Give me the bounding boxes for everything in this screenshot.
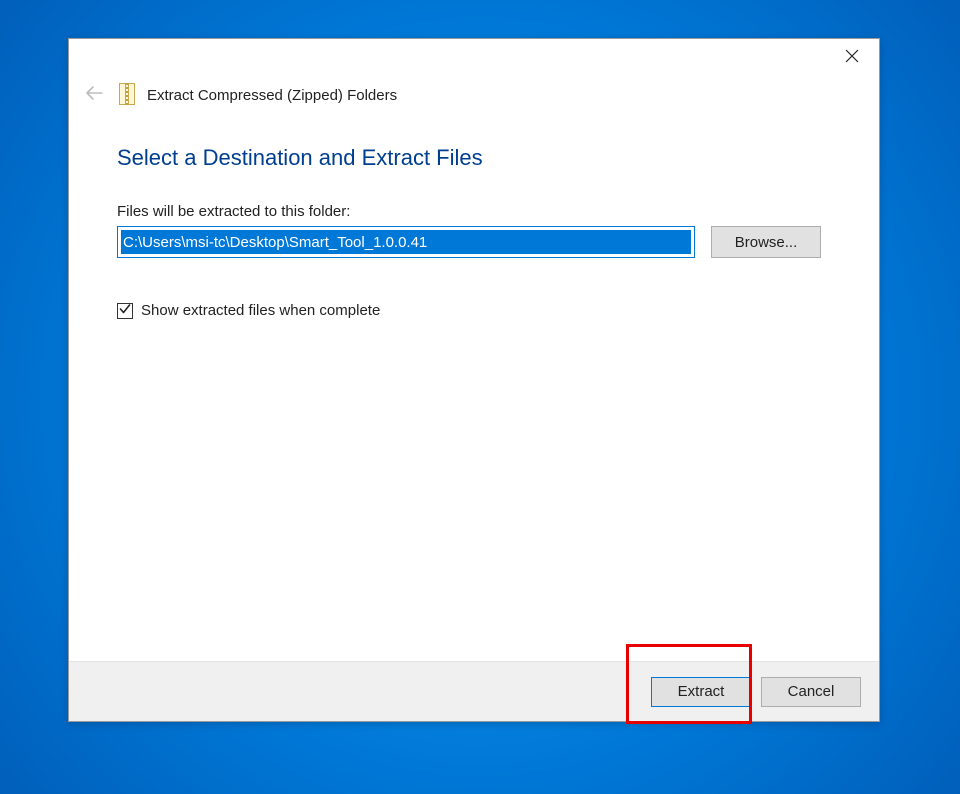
destination-label: Files will be extracted to this folder:: [117, 203, 831, 220]
wizard-content: Select a Destination and Extract Files F…: [69, 111, 879, 661]
back-button[interactable]: [81, 82, 107, 108]
zip-folder-icon: [117, 83, 137, 107]
show-files-checkbox-row[interactable]: Show extracted files when complete: [117, 302, 831, 319]
wizard-footer: Extract Cancel: [69, 661, 879, 721]
page-heading: Select a Destination and Extract Files: [117, 145, 831, 171]
arrow-left-icon: [85, 86, 103, 104]
show-files-checkbox[interactable]: [117, 303, 133, 319]
wizard-title: Extract Compressed (Zipped) Folders: [147, 87, 397, 104]
destination-input-wrap: [117, 226, 695, 258]
extract-button[interactable]: Extract: [651, 677, 751, 707]
show-files-checkbox-label: Show extracted files when complete: [141, 302, 380, 319]
titlebar: [69, 39, 879, 79]
wizard-header: Extract Compressed (Zipped) Folders: [69, 79, 879, 111]
desktop-background: Extract Compressed (Zipped) Folders Sele…: [0, 0, 960, 794]
browse-button[interactable]: Browse...: [711, 226, 821, 258]
cancel-button[interactable]: Cancel: [761, 677, 861, 707]
extract-wizard-window: Extract Compressed (Zipped) Folders Sele…: [68, 38, 880, 722]
destination-input[interactable]: [121, 230, 691, 254]
destination-row: Browse...: [117, 226, 831, 258]
close-button[interactable]: [829, 43, 875, 73]
checkmark-icon: [119, 302, 131, 319]
close-icon: [845, 49, 859, 67]
